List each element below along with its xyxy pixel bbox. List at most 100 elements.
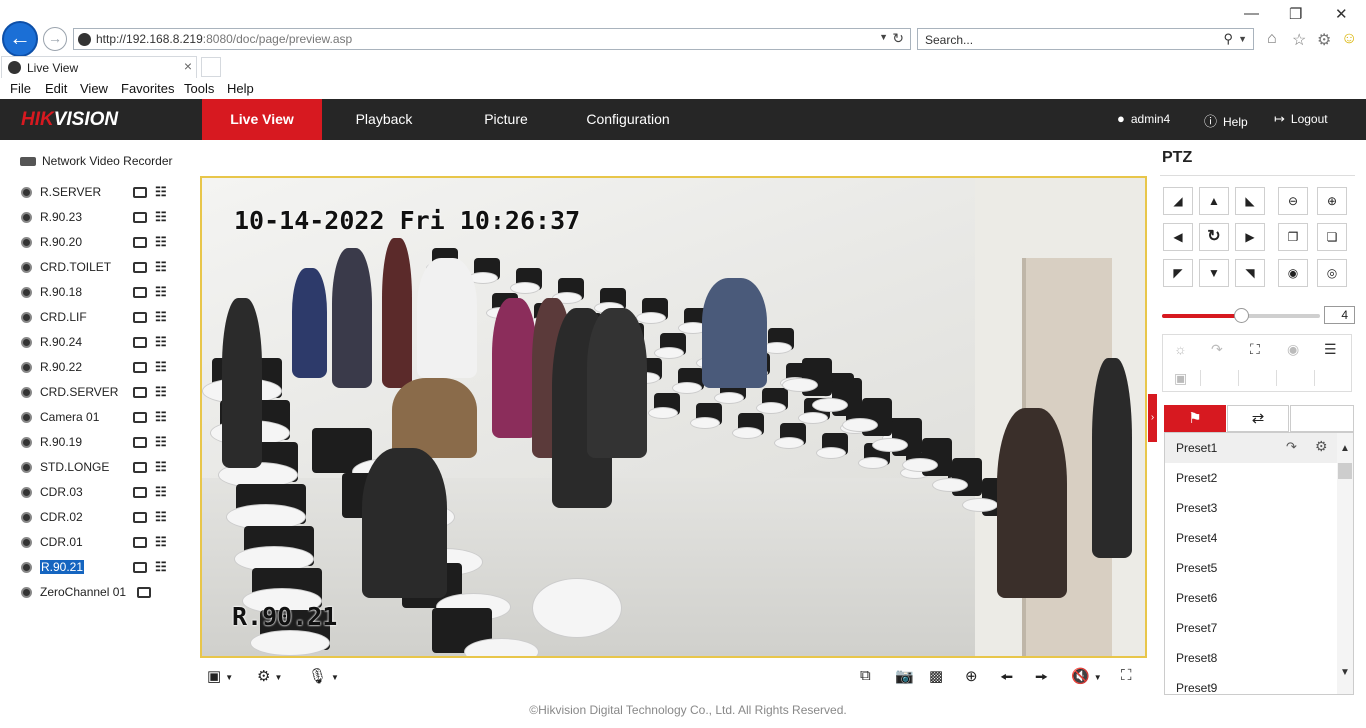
focus-near-icon[interactable]: ❐ <box>1278 223 1308 251</box>
stream-settings-icon[interactable]: ☷ <box>155 384 167 400</box>
pan-up-right-icon[interactable]: ◣ <box>1235 187 1265 215</box>
pan-right-icon[interactable]: ▶ <box>1235 223 1265 251</box>
camera-label[interactable]: ZeroChannel 01 <box>40 585 126 599</box>
camera-item[interactable]: R.90.18 ☷ <box>21 284 181 302</box>
help-link[interactable]: ⓘ Help <box>1204 111 1248 130</box>
search-icon[interactable]: ⚲ <box>1223 31 1233 47</box>
wiper-icon[interactable]: ↷ <box>1211 341 1223 358</box>
start-preview-icon[interactable] <box>133 512 147 523</box>
smiley-feedback-icon[interactable]: ☺ <box>1341 30 1357 48</box>
start-preview-icon[interactable] <box>133 337 147 348</box>
stream-settings-icon[interactable]: ☷ <box>155 509 167 525</box>
live-video-window[interactable]: 10-14-2022 Fri 10:26:37 R.90.21 <box>200 176 1147 658</box>
camera-label[interactable]: STD.LONGE <box>40 460 109 474</box>
start-preview-icon[interactable] <box>133 287 147 298</box>
nav-configuration[interactable]: Configuration <box>572 99 684 140</box>
preset-item[interactable]: Preset3 <box>1165 493 1337 523</box>
camera-label[interactable]: Camera 01 <box>40 410 99 424</box>
minimize-icon[interactable]: — <box>1244 5 1259 22</box>
start-preview-icon[interactable] <box>133 262 147 273</box>
restore-icon[interactable]: ❐ <box>1289 5 1302 23</box>
zoom-in-icon[interactable]: ⊕ <box>1317 187 1347 215</box>
camera-item[interactable]: Camera 01 ☷ <box>21 409 181 427</box>
digital-zoom-icon[interactable]: ⊕ <box>965 667 978 685</box>
focus-far-icon[interactable]: ❏ <box>1317 223 1347 251</box>
preset-item[interactable]: Preset1 ↷ ⚙ <box>1165 433 1337 463</box>
stream-settings-icon[interactable]: ☷ <box>155 259 167 275</box>
menu-view[interactable]: View <box>80 81 108 96</box>
camera-label[interactable]: CDR.03 <box>40 485 83 499</box>
start-preview-icon[interactable] <box>133 362 147 373</box>
search-input[interactable]: Search... <box>925 33 973 47</box>
camera-label[interactable]: CRD.LIF <box>40 310 87 324</box>
scroll-thumb[interactable] <box>1338 463 1352 479</box>
camera-item[interactable]: R.90.20 ☷ <box>21 234 181 252</box>
tab-presets[interactable]: ⚑ <box>1164 405 1226 432</box>
search-box[interactable]: Search... ⚲ ▼ <box>917 28 1254 50</box>
window-layout-button[interactable]: ▣ ▼ <box>207 667 233 685</box>
start-preview-icon[interactable] <box>133 537 147 548</box>
menu-file[interactable]: File <box>10 81 31 96</box>
camera-label[interactable]: R.90.20 <box>40 235 82 249</box>
camera-label[interactable]: CRD.TOILET <box>40 260 111 274</box>
close-window-icon[interactable]: ✕ <box>1335 5 1348 23</box>
start-preview-icon[interactable] <box>133 562 147 573</box>
start-preview-icon[interactable] <box>133 462 147 473</box>
light-icon[interactable]: ☼ <box>1174 341 1187 357</box>
camera-item[interactable]: R.90.24 ☷ <box>21 334 181 352</box>
camera-label[interactable]: CDR.02 <box>40 510 83 524</box>
camera-item[interactable]: CRD.SERVER ☷ <box>21 384 181 402</box>
nav-picture[interactable]: Picture <box>456 99 556 140</box>
scroll-down-icon[interactable]: ▼ <box>1337 667 1353 678</box>
nav-playback[interactable]: Playback <box>334 99 434 140</box>
camera-item[interactable]: CDR.02 ☷ <box>21 509 181 527</box>
iris-close-icon[interactable]: ◎ <box>1317 259 1347 287</box>
menu-favorites[interactable]: Favorites <box>121 81 174 96</box>
nvr-root[interactable]: Network Video Recorder <box>20 154 173 168</box>
camera-item[interactable]: CDR.03 ☷ <box>21 484 181 502</box>
camera-item[interactable]: CRD.LIF ☷ <box>21 309 181 327</box>
address-bar[interactable]: http://192.168.8.219:8080/doc/page/previ… <box>73 28 911 50</box>
pan-up-icon[interactable]: ▲ <box>1199 187 1229 215</box>
mute-audio-icon[interactable]: 🔇 ▼ <box>1071 667 1102 685</box>
stream-settings-icon[interactable]: ☷ <box>155 284 167 300</box>
tab-close-icon[interactable]: × <box>184 58 192 74</box>
start-preview-icon[interactable] <box>133 387 147 398</box>
camera-item[interactable]: ZeroChannel 01 <box>21 584 181 602</box>
preset-item[interactable]: Preset2 <box>1165 463 1337 493</box>
back-arrow-icon[interactable]: ← <box>2 21 38 57</box>
start-preview-icon[interactable] <box>133 412 147 423</box>
camera-label[interactable]: R.90.22 <box>40 360 82 374</box>
menu-edit[interactable]: Edit <box>45 81 67 96</box>
pan-down-left-icon[interactable]: ◤ <box>1163 259 1193 287</box>
camera-label[interactable]: R.90.18 <box>40 285 82 299</box>
preset-item[interactable]: Preset9 <box>1165 673 1337 694</box>
address-url[interactable]: http://192.168.8.219:8080/doc/page/previ… <box>96 32 352 46</box>
start-preview-icon[interactable] <box>133 187 147 198</box>
camera-item[interactable]: CRD.TOILET ☷ <box>21 259 181 277</box>
camera-item[interactable]: R.90.21 ☷ <box>21 559 181 577</box>
preset-item[interactable]: Preset8 <box>1165 643 1337 673</box>
pan-up-left-icon[interactable]: ◢ <box>1163 187 1193 215</box>
capture-camera-icon[interactable]: 📷 <box>895 667 914 685</box>
microphone-button[interactable]: 🎙 ▼ <box>308 667 339 685</box>
camera-label[interactable]: R.90.21 <box>40 560 85 574</box>
menu-help[interactable]: Help <box>227 81 254 96</box>
camera-label[interactable]: CRD.SERVER <box>40 385 118 399</box>
lens-init-icon[interactable]: ◉ <box>1287 341 1299 358</box>
start-preview-icon[interactable] <box>133 212 147 223</box>
camera-item[interactable]: CDR.01 ☷ <box>21 534 181 552</box>
stream-settings-icon[interactable]: ☷ <box>155 209 167 225</box>
start-preview-icon[interactable] <box>133 312 147 323</box>
stream-settings-icon[interactable]: ☷ <box>155 434 167 450</box>
start-preview-icon[interactable] <box>133 487 147 498</box>
menu-tools[interactable]: Tools <box>184 81 214 96</box>
stream-settings-icon[interactable]: ☷ <box>155 309 167 325</box>
preset-item[interactable]: Preset6 <box>1165 583 1337 613</box>
previous-page-icon[interactable]: 🠘 <box>1000 667 1013 692</box>
user-menu[interactable]: ● admin4 <box>1117 111 1170 126</box>
stream-settings-icon[interactable]: ☷ <box>155 334 167 350</box>
set-preset-gear-icon[interactable]: ⚙ <box>1315 438 1328 455</box>
3d-position-icon[interactable]: ▣ <box>1174 370 1187 387</box>
camera-label[interactable]: R.90.19 <box>40 435 82 449</box>
